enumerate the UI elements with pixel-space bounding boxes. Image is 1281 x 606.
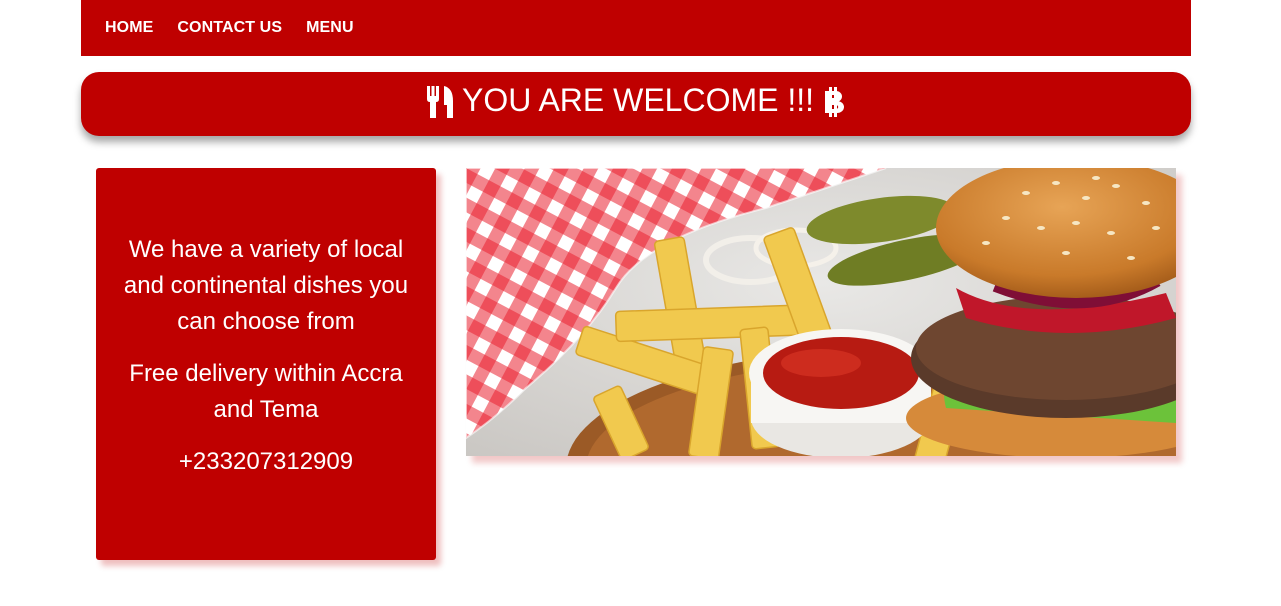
welcome-text: YOU ARE WELCOME !!! xyxy=(461,81,815,118)
nav-menu-link[interactable]: MENU xyxy=(306,19,354,37)
bitcoin-icon xyxy=(822,86,846,123)
utensils-icon xyxy=(426,85,454,124)
welcome-banner: YOU ARE WELCOME !!! xyxy=(81,72,1191,136)
info-card: We have a variety of local and continent… xyxy=(96,168,436,560)
delivery-info: Free delivery within Accra and Tema xyxy=(129,360,403,423)
dishes-description: We have a variety of local and continent… xyxy=(123,236,409,335)
burger-and-fries-photo xyxy=(466,168,1176,456)
nav-home-link[interactable]: HOME xyxy=(105,19,153,37)
top-navbar: HOME CONTACT US MENU xyxy=(81,0,1191,56)
nav-contact-link[interactable]: CONTACT US xyxy=(177,19,282,37)
phone-number: +233207312909 xyxy=(178,448,354,475)
